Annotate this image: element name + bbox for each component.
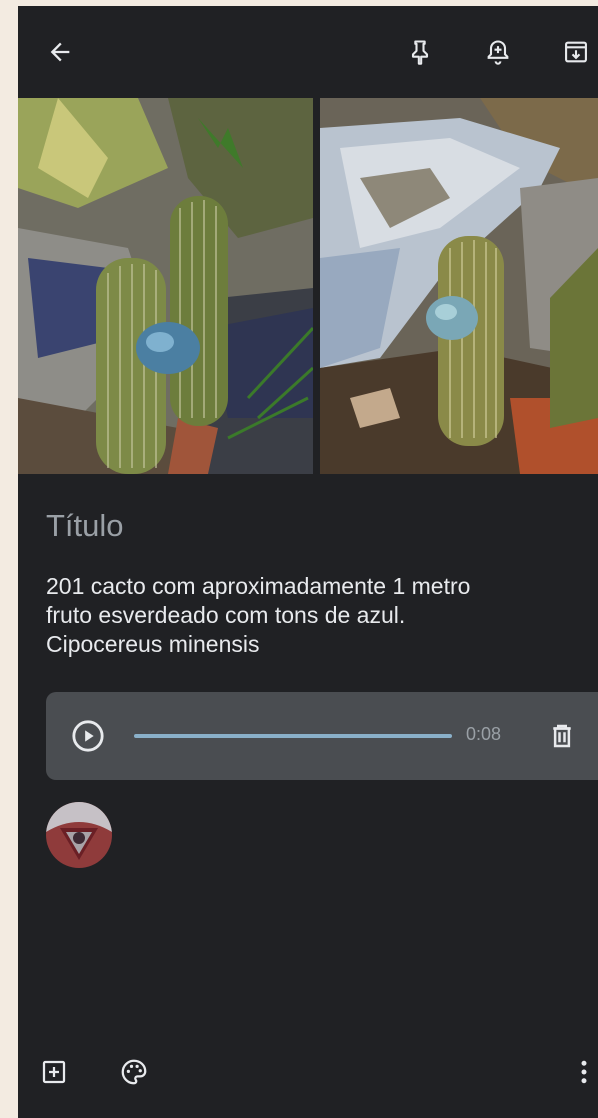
cactus-photo-1[interactable] [18,98,313,474]
play-button[interactable] [66,714,110,758]
more-vert-icon [581,1060,587,1084]
color-palette-button[interactable] [112,1050,156,1094]
back-button[interactable] [38,30,82,74]
pin-button[interactable] [398,30,442,74]
note-title[interactable]: Título [46,508,124,544]
more-options-button[interactable] [562,1050,598,1094]
add-box-icon [42,1060,66,1084]
avatar[interactable] [46,802,112,868]
reminder-button[interactable] [476,30,520,74]
pin-icon [411,40,429,65]
add-alert-icon [487,40,509,65]
play-circle-icon [72,720,104,752]
cactus-photo-2[interactable] [320,98,598,474]
audio-duration: 0:08 [466,724,502,744]
note-body[interactable]: 201 cacto com aproximadamente 1 metro fr… [46,572,586,659]
audio-recording: 0:08 [46,692,598,780]
note-body-line: Cipocereus minensis [46,631,260,657]
attached-images [18,98,598,474]
trash-icon [553,724,571,748]
archive-icon [565,41,587,63]
note-body-line: 201 cacto com aproximadamente 1 metro [46,573,471,599]
arrow-left-icon [50,42,70,62]
audio-progress-bar[interactable] [134,734,452,738]
note-editor-screen: Título 201 cacto com aproximadamente 1 m… [18,6,598,1118]
add-button[interactable] [32,1050,76,1094]
note-body-line: fruto esverdeado com tons de azul. [46,602,406,628]
palette-icon [121,1059,147,1085]
delete-audio-button[interactable] [540,714,584,758]
top-app-bar [18,6,598,98]
archive-button[interactable] [554,30,598,74]
